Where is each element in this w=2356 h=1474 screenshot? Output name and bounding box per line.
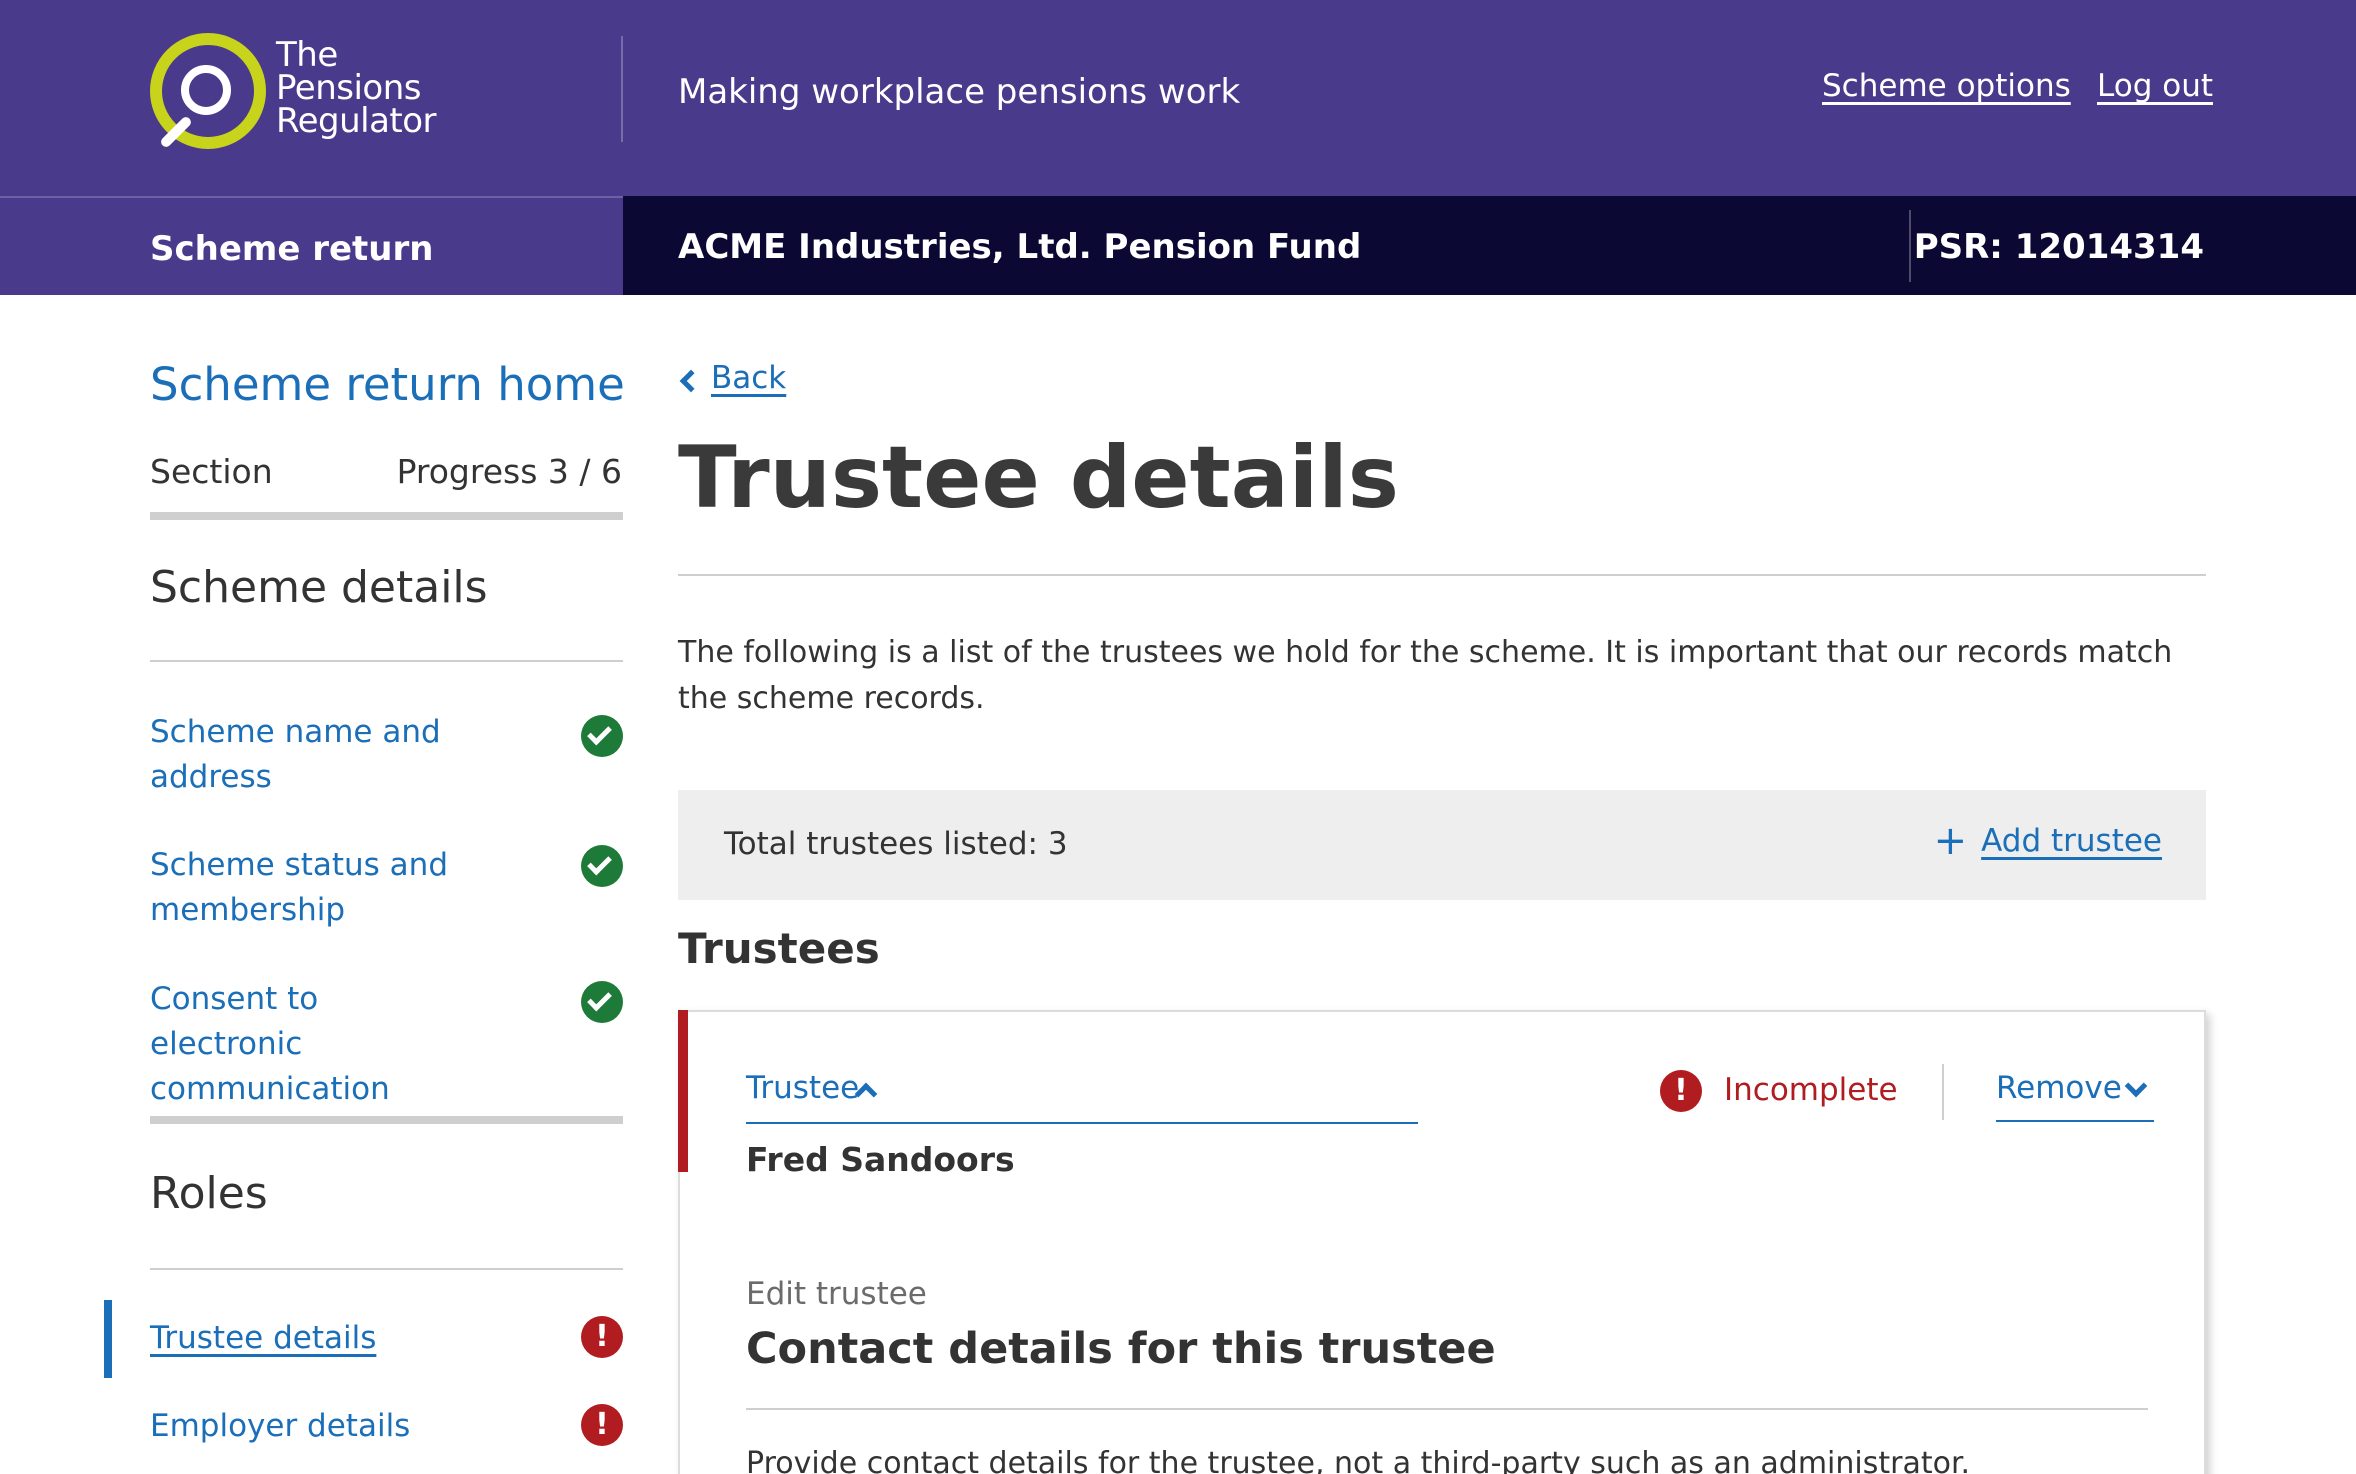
sidebar-item-label[interactable]: Trustee details xyxy=(150,1316,480,1361)
chevron-down-icon[interactable] xyxy=(2124,1074,2148,1098)
error-accent-bar xyxy=(678,1010,688,1172)
divider xyxy=(746,1408,2148,1410)
intro-text: The following is a list of the trustees … xyxy=(678,635,2173,716)
magnifier-icon xyxy=(181,65,231,115)
divider xyxy=(150,660,623,662)
error-icon: ! xyxy=(1660,1070,1702,1112)
edit-section-title: Contact details for this trustee xyxy=(746,1324,1496,1374)
add-trustee-button[interactable]: + Add trustee xyxy=(1933,818,2162,864)
scheme-name: ACME Industries, Ltd. Pension Fund xyxy=(678,227,1362,267)
sidebar-item-employer-details[interactable]: Employer details ! xyxy=(150,1404,623,1474)
total-trustees-count: Total trustees listed: 3 xyxy=(724,826,1068,862)
psr-divider xyxy=(1909,210,1911,282)
subnav-title-bar: Scheme return xyxy=(0,196,623,295)
check-circle-icon xyxy=(581,715,623,757)
logo-text: The Pensions Regulator xyxy=(276,35,437,141)
sidebar-item-label[interactable]: Employer details xyxy=(150,1404,480,1449)
sidebar-item-label[interactable]: Scheme status and membership xyxy=(150,843,480,933)
trustee-card: Trustee ! Incomplete Remove Fred Sandoor… xyxy=(678,1010,2206,1474)
scheme-return-home-link[interactable]: Scheme return home xyxy=(150,358,625,411)
divider xyxy=(678,574,2206,576)
group-heading-roles: Roles xyxy=(150,1168,268,1219)
trustee-name: Fred Sandoors xyxy=(746,1140,1015,1179)
divider xyxy=(150,1116,623,1124)
sidebar-item-consent-electronic-communication[interactable]: Consent to electronic communication xyxy=(150,977,623,1107)
trustee-summary-bar: Total trustees listed: 3 + Add trustee xyxy=(678,790,2206,900)
trustees-heading: Trustees xyxy=(678,924,880,973)
error-icon: ! xyxy=(581,1316,623,1358)
scheme-bar: ACME Industries, Ltd. Pension Fund PSR: … xyxy=(623,196,2356,295)
log-out-link[interactable]: Log out xyxy=(2097,68,2213,104)
pensions-regulator-logo[interactable]: The Pensions Regulator xyxy=(150,33,480,153)
sidebar-item-scheme-name-address[interactable]: Scheme name and address xyxy=(150,710,623,810)
status-incomplete: Incomplete xyxy=(1724,1072,1898,1108)
trustee-toggle-label[interactable]: Trustee xyxy=(746,1070,859,1106)
error-icon: ! xyxy=(581,1404,623,1446)
divider xyxy=(1942,1064,1944,1120)
trustee-collapse-toggle[interactable]: Trustee xyxy=(746,1070,1418,1124)
edit-caption: Edit trustee xyxy=(746,1276,927,1312)
header-divider xyxy=(621,36,623,142)
psr-number: PSR: 12014314 xyxy=(1913,227,2204,267)
sidebar-item-label[interactable]: Scheme name and address xyxy=(150,710,480,800)
subnav-title: Scheme return xyxy=(150,229,434,269)
divider xyxy=(150,1268,623,1270)
group-heading-scheme-details: Scheme details xyxy=(150,562,488,613)
back-link-label[interactable]: Back xyxy=(711,360,786,396)
check-circle-icon xyxy=(581,845,623,887)
page-title: Trustee details xyxy=(678,428,1399,528)
site-header: The Pensions Regulator Making workplace … xyxy=(0,0,2356,196)
remove-trustee-toggle[interactable]: Remove xyxy=(1996,1070,2154,1122)
back-link[interactable]: Back xyxy=(678,360,786,396)
sidebar-item-scheme-status-membership[interactable]: Scheme status and membership xyxy=(150,843,623,943)
current-item-indicator xyxy=(104,1300,112,1378)
tagline: Making workplace pensions work xyxy=(678,72,1241,112)
divider xyxy=(150,512,623,520)
scheme-options-link[interactable]: Scheme options xyxy=(1822,68,2071,104)
sidebar-item-label[interactable]: Consent to electronic communication xyxy=(150,977,480,1112)
remove-label[interactable]: Remove xyxy=(1996,1070,2122,1106)
sidebar-item-trustee-details[interactable]: Trustee details ! xyxy=(150,1316,623,1416)
progress-indicator: Progress 3 / 6 xyxy=(396,452,622,491)
plus-icon: + xyxy=(1933,818,1968,864)
check-circle-icon xyxy=(581,981,623,1023)
section-column-label: Section xyxy=(150,452,273,491)
contact-details-description: Provide contact details for the trustee,… xyxy=(746,1446,1971,1474)
add-trustee-label[interactable]: Add trustee xyxy=(1981,823,2162,859)
